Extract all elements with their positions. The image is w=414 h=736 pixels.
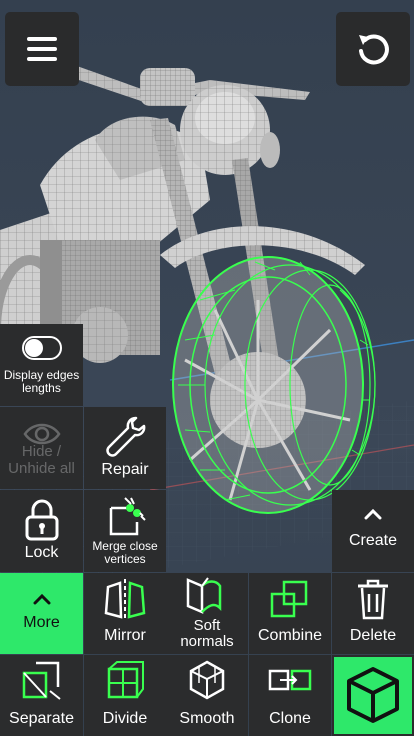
smooth-icon xyxy=(189,660,225,700)
undo-button[interactable] xyxy=(336,12,410,86)
undo-icon xyxy=(359,34,389,65)
menu-button[interactable] xyxy=(5,12,79,86)
chevron-up-icon xyxy=(364,508,382,520)
merge-vertices-button[interactable]: Merge close vertices xyxy=(84,490,166,572)
more-label: More xyxy=(23,614,60,631)
soft-normals-icon xyxy=(186,577,222,614)
display-edges-toggle[interactable]: Display edges lengths xyxy=(0,324,83,406)
cube-icon xyxy=(347,667,399,723)
headlight xyxy=(180,85,280,175)
trash-icon xyxy=(358,579,388,620)
merge-vertices-label: Merge close vertices xyxy=(92,539,158,566)
divide-icon xyxy=(107,661,144,699)
hide-unhide-button[interactable]: Hide / Unhide all xyxy=(0,407,83,489)
mirror-label: Mirror xyxy=(104,627,146,644)
combine-icon xyxy=(270,580,308,618)
more-button[interactable]: More xyxy=(0,573,83,654)
combine-label: Combine xyxy=(257,627,323,644)
chevron-up-icon xyxy=(33,593,50,605)
divide-label: Divide xyxy=(102,710,148,727)
repair-button[interactable]: Repair xyxy=(84,407,166,489)
padlock-icon xyxy=(25,499,58,541)
combine-button[interactable]: Combine xyxy=(249,573,331,654)
soft-normals-button[interactable]: Soft normals xyxy=(166,573,248,654)
separate-button[interactable]: Separate xyxy=(0,655,83,736)
clone-label: Clone xyxy=(269,710,311,727)
mirror-button[interactable]: Mirror xyxy=(84,573,166,654)
delete-button[interactable]: Delete xyxy=(332,573,414,654)
create-label: Create xyxy=(348,532,398,549)
clone-button[interactable]: Clone xyxy=(249,655,331,736)
hide-unhide-label: Hide / Unhide all xyxy=(8,443,75,477)
mirror-icon xyxy=(104,579,146,621)
repair-label: Repair xyxy=(101,461,149,478)
divide-button[interactable]: Divide xyxy=(84,655,166,736)
lock-button[interactable]: Lock xyxy=(0,490,83,572)
delete-label: Delete xyxy=(349,627,397,644)
toggle-icon xyxy=(21,336,62,360)
soft-normals-label: Soft normals xyxy=(180,617,234,650)
clone-icon xyxy=(268,669,312,691)
hamburger-icon xyxy=(27,37,57,61)
wrench-icon xyxy=(106,416,146,457)
handlebars xyxy=(55,60,310,106)
display-edges-label: Display edges lengths xyxy=(3,368,80,395)
merge-vertices-icon xyxy=(109,497,146,536)
smooth-label: Smooth xyxy=(179,710,235,727)
object-mode-button[interactable] xyxy=(332,655,414,736)
create-button[interactable]: Create xyxy=(332,490,414,572)
smooth-button[interactable]: Smooth xyxy=(166,655,248,736)
separate-icon xyxy=(22,661,61,700)
lock-label: Lock xyxy=(24,544,59,561)
separate-label: Separate xyxy=(9,710,74,727)
